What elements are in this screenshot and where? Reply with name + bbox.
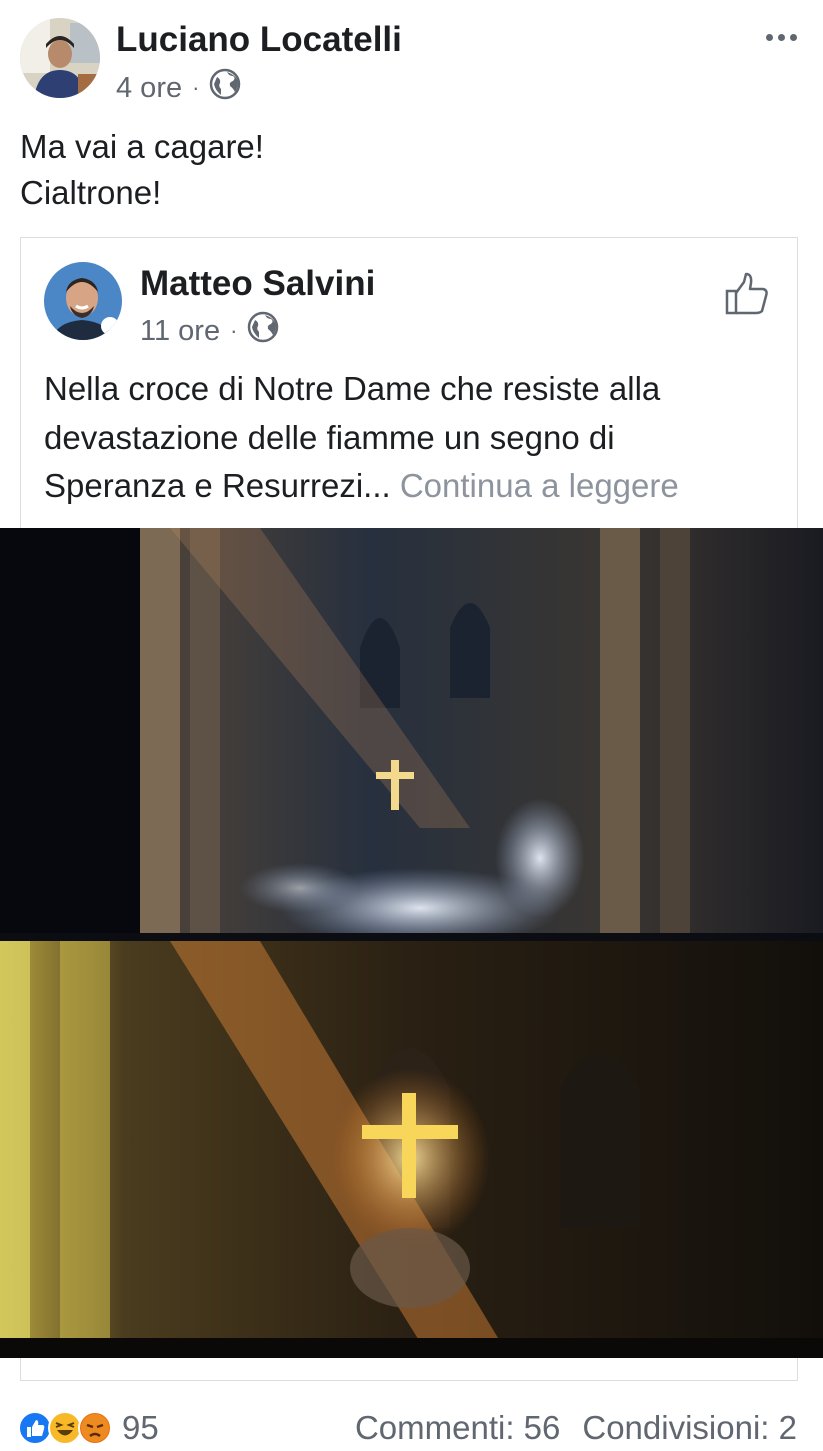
- post-meta: 4 ore ·: [116, 68, 241, 108]
- thumbs-up-icon[interactable]: [724, 271, 770, 322]
- like-reaction-icon: [18, 1411, 52, 1445]
- shared-text-line: Speranza e Resurrezi...: [44, 467, 391, 504]
- author-avatar-image: [20, 18, 100, 98]
- shared-text-line-3: Speranza e Resurrezi... Continua a legge…: [44, 462, 679, 511]
- engagement-counts: Commenti: 56 Condivisioni: 2: [355, 1409, 797, 1447]
- shared-meta: 11 ore ·: [140, 311, 279, 351]
- post-text-line: Cialtrone!: [20, 174, 162, 211]
- shared-author-avatar-image: [44, 262, 122, 340]
- more-options-icon[interactable]: [766, 34, 797, 41]
- meta-separator: ·: [192, 75, 200, 100]
- shared-text-line: Nella croce di Notre Dame che resiste al…: [44, 370, 661, 407]
- shared-author-avatar[interactable]: [44, 262, 122, 340]
- continue-reading-link[interactable]: Continua a leggere: [400, 467, 679, 504]
- post-footer: 95 Commenti: 56 Condivisioni: 2: [0, 1381, 823, 1451]
- angry-reaction-icon: [78, 1411, 112, 1445]
- shares-count[interactable]: Condivisioni: 2: [582, 1409, 797, 1447]
- shared-author-name[interactable]: Matteo Salvini: [140, 264, 375, 304]
- reaction-count: 95: [122, 1409, 159, 1446]
- globe-icon: [247, 311, 279, 351]
- post-time[interactable]: 4 ore: [116, 72, 182, 105]
- reactions-summary[interactable]: 95: [18, 1409, 159, 1447]
- shared-text-line: devastazione delle fiamme un segno di: [44, 418, 615, 456]
- shared-post-photo[interactable]: [0, 528, 823, 1358]
- post-author-name[interactable]: Luciano Locatelli: [116, 20, 402, 60]
- haha-reaction-icon: [48, 1411, 82, 1445]
- shared-time[interactable]: 11 ore: [140, 315, 220, 348]
- globe-icon: [209, 68, 241, 108]
- author-avatar[interactable]: [20, 18, 100, 98]
- shared-post-text: Nella croce di Notre Dame che resiste al…: [44, 365, 679, 511]
- comments-count[interactable]: Commenti: 56: [355, 1409, 560, 1447]
- post-text: Ma vai a cagare! Cialtrone!: [20, 124, 264, 216]
- meta-separator: ·: [230, 318, 238, 343]
- post-text-line: Ma vai a cagare!: [20, 128, 264, 165]
- notre-dame-photo: [0, 528, 823, 1358]
